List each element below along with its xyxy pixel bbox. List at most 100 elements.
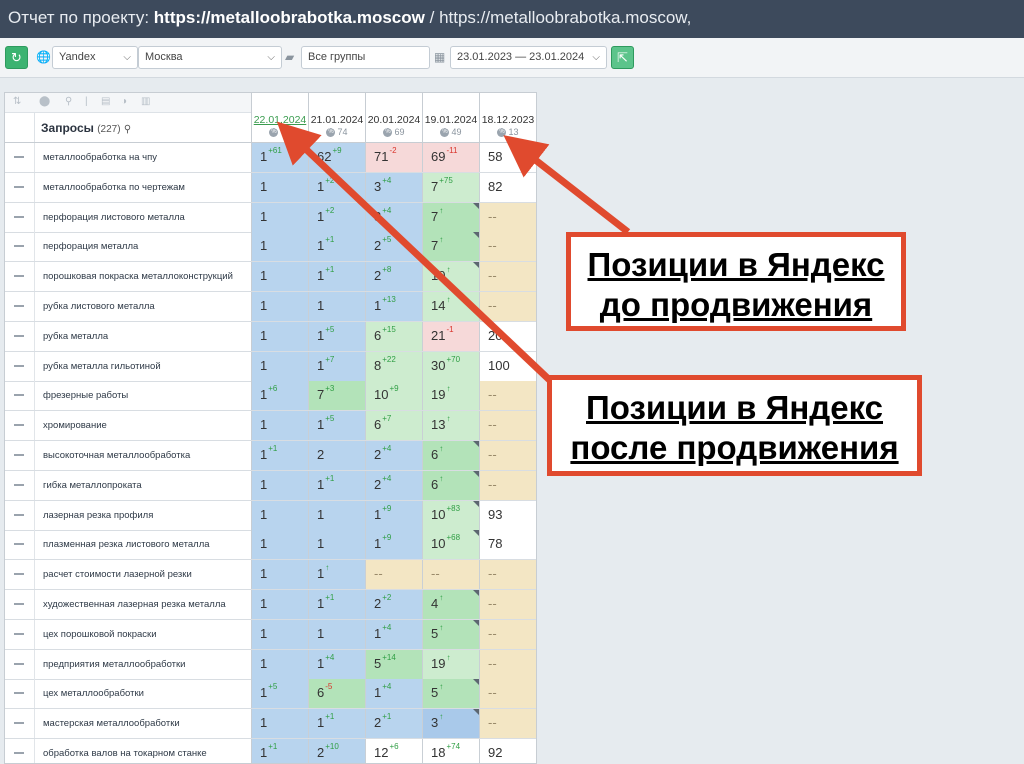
position-cell[interactable]: -- (480, 471, 536, 500)
row-select-toggle[interactable] (5, 441, 35, 470)
position-cell[interactable]: 6↑ (423, 441, 480, 470)
position-cell[interactable]: 7↑ (423, 203, 480, 232)
position-cell[interactable]: 20 (480, 322, 536, 351)
position-cell[interactable]: 71-2 (366, 143, 423, 172)
row-select-toggle[interactable] (5, 203, 35, 232)
query-text[interactable]: металлообработка на чпу (43, 143, 248, 172)
select-all-cell[interactable] (5, 113, 35, 142)
position-cell[interactable]: -- (480, 650, 536, 679)
position-cell[interactable]: 1 (252, 203, 309, 232)
row-select-toggle[interactable] (5, 560, 35, 589)
query-text[interactable]: предприятия металлообработки (43, 650, 248, 679)
row-select-toggle[interactable] (5, 679, 35, 708)
position-cell[interactable]: 19↑ (423, 381, 480, 410)
position-cell[interactable]: -- (480, 441, 536, 470)
search-icon[interactable]: ⚲ (124, 124, 131, 135)
position-cell[interactable]: 5↑ (423, 620, 480, 649)
date-label[interactable]: 21.01.2024 (309, 114, 365, 126)
group-select[interactable]: Все группы (301, 46, 430, 69)
row-select-toggle[interactable] (5, 143, 35, 172)
position-cell[interactable]: 1 (252, 530, 309, 559)
position-cell[interactable]: 1 (252, 650, 309, 679)
position-cell[interactable]: 1 (309, 292, 366, 321)
row-select-toggle[interactable] (5, 262, 35, 291)
query-text[interactable]: плазменная резка листового металла (43, 530, 248, 559)
position-cell[interactable]: 1 (309, 530, 366, 559)
document-icon[interactable]: ▤ (101, 96, 110, 107)
position-cell[interactable]: 2+2 (366, 590, 423, 619)
position-cell[interactable]: -- (480, 411, 536, 440)
row-select-toggle[interactable] (5, 739, 35, 763)
query-text[interactable]: рубка металла гильотиной (43, 352, 248, 381)
position-cell[interactable]: 1+1 (309, 232, 366, 261)
position-cell[interactable]: 1+2 (309, 203, 366, 232)
position-cell[interactable]: -- (480, 679, 536, 708)
position-cell[interactable]: 2 (309, 441, 366, 470)
date-column-header[interactable]: 20.01.2024% 69 (366, 93, 423, 143)
position-cell[interactable]: -- (366, 560, 423, 589)
position-cell[interactable]: 13↑ (423, 411, 480, 440)
query-text[interactable]: цех порошковой покраски (43, 620, 248, 649)
chart-icon[interactable]: ◑ (121, 96, 127, 107)
position-cell[interactable]: -- (480, 292, 536, 321)
position-cell[interactable]: 7+3 (309, 381, 366, 410)
query-text[interactable]: металлообработка по чертежам (43, 173, 248, 202)
position-cell[interactable]: 1 (309, 501, 366, 530)
position-cell[interactable]: 12+6 (366, 739, 423, 763)
query-text[interactable]: порошковая покраска металлоконструкций (43, 262, 248, 291)
query-text[interactable]: гибка металлопроката (43, 471, 248, 500)
query-text[interactable]: художественная лазерная резка металла (43, 590, 248, 619)
position-cell[interactable]: 100 (480, 352, 536, 381)
position-cell[interactable]: 93 (480, 501, 536, 530)
query-text[interactable]: перфорация листового металла (43, 203, 248, 232)
row-select-toggle[interactable] (5, 232, 35, 261)
query-text[interactable]: перфорация металла (43, 232, 248, 261)
position-cell[interactable]: 1 (252, 709, 309, 738)
position-cell[interactable]: 1 (252, 173, 309, 202)
date-label[interactable]: 19.01.2024 (423, 114, 479, 126)
position-cell[interactable]: 1+4 (366, 679, 423, 708)
position-cell[interactable]: 4↑ (423, 590, 480, 619)
position-cell[interactable]: 69-11 (423, 143, 480, 172)
project-url-secondary[interactable]: https://metalloobrabotka.moscow, (439, 8, 691, 27)
position-cell[interactable]: 1+7 (309, 352, 366, 381)
link-icon[interactable]: ⚲ (65, 96, 72, 107)
row-select-toggle[interactable] (5, 530, 35, 559)
position-cell[interactable]: 1+9 (366, 501, 423, 530)
position-cell[interactable]: 21-1 (423, 322, 480, 351)
position-cell[interactable]: 19↑ (423, 650, 480, 679)
engine-select[interactable]: Yandex ⌵ (52, 46, 138, 69)
position-cell[interactable]: 78 (480, 530, 536, 559)
position-cell[interactable]: 1+1 (309, 590, 366, 619)
position-cell[interactable]: 10↑ (423, 262, 480, 291)
refresh-button[interactable]: ↻ (5, 46, 28, 69)
date-column-header[interactable]: 22.01.2024% 78 (252, 93, 309, 143)
position-cell[interactable]: 2+8 (366, 262, 423, 291)
position-cell[interactable]: 1+6 (252, 381, 309, 410)
position-cell[interactable]: 1+1 (309, 262, 366, 291)
position-cell[interactable]: 3↑ (423, 709, 480, 738)
position-cell[interactable]: 1 (252, 292, 309, 321)
position-cell[interactable]: -- (480, 381, 536, 410)
position-cell[interactable]: -- (423, 560, 480, 589)
row-select-toggle[interactable] (5, 650, 35, 679)
query-text[interactable]: высокоточная металлообработка (43, 441, 248, 470)
date-column-header[interactable]: 19.01.2024% 49 (423, 93, 480, 143)
position-cell[interactable]: 1+4 (366, 620, 423, 649)
row-select-toggle[interactable] (5, 411, 35, 440)
position-cell[interactable]: 2+10 (309, 739, 366, 763)
position-cell[interactable]: 1 (252, 232, 309, 261)
export-button[interactable]: ⇱ (611, 46, 634, 69)
row-select-toggle[interactable] (5, 590, 35, 619)
query-text[interactable]: мастерская металлообработки (43, 709, 248, 738)
sort-icon[interactable]: ⇅ (13, 96, 21, 107)
position-cell[interactable]: 1+1 (309, 709, 366, 738)
row-select-toggle[interactable] (5, 471, 35, 500)
row-select-toggle[interactable] (5, 620, 35, 649)
position-cell[interactable]: 1 (252, 322, 309, 351)
position-cell[interactable]: 10+83 (423, 501, 480, 530)
position-cell[interactable]: 8+22 (366, 352, 423, 381)
query-text[interactable]: обработка валов на токарном станке (43, 739, 248, 763)
position-cell[interactable]: 14↑ (423, 292, 480, 321)
position-cell[interactable]: 1+5 (252, 679, 309, 708)
